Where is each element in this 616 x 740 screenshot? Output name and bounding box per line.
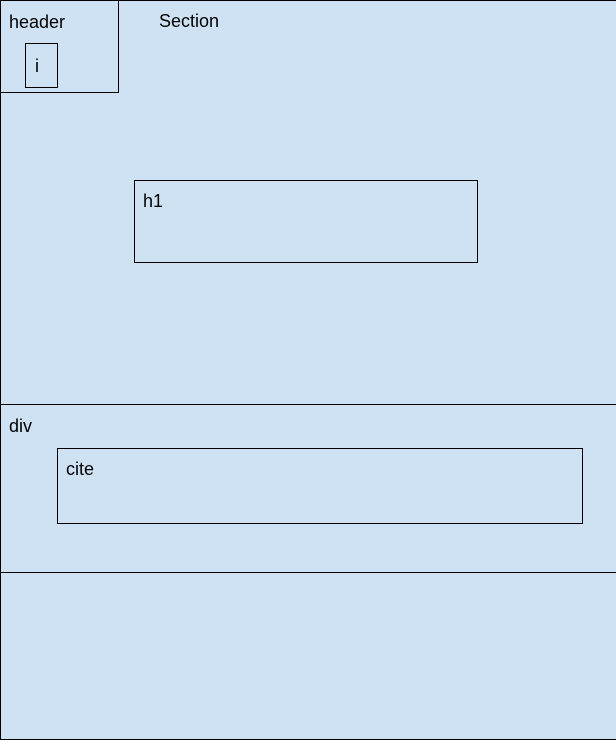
h1-label: h1 <box>143 191 164 211</box>
header-label: header <box>9 12 66 32</box>
header-box: header i <box>0 0 119 93</box>
cite-label: cite <box>66 459 95 479</box>
i-box: i <box>25 43 58 88</box>
i-label: i <box>35 56 39 76</box>
cite-box: cite <box>57 448 583 524</box>
section-box <box>0 0 616 740</box>
div-label: div <box>9 416 33 436</box>
section-label: Section <box>159 11 220 31</box>
h1-box: h1 <box>134 180 478 263</box>
div-box: div cite <box>0 404 616 573</box>
